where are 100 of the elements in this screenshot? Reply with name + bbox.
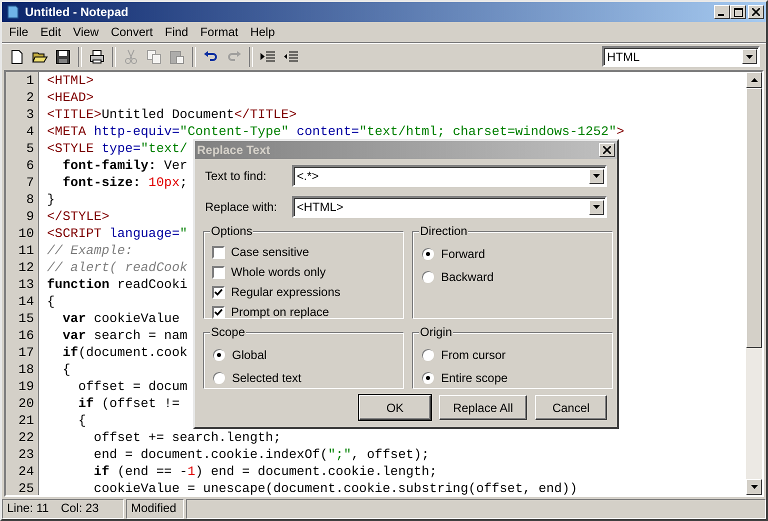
line-number: 24 [17, 463, 35, 480]
line-number: 1 [25, 72, 35, 89]
code-line: } [47, 191, 55, 208]
option-label: Regular expressions [231, 285, 340, 299]
code-line: if (offset != [77, 395, 180, 412]
vertical-scrollbar[interactable] [746, 72, 762, 495]
printer-icon [89, 48, 105, 64]
option-label: From cursor [441, 348, 506, 362]
code-line: <HEAD> [47, 89, 94, 106]
up-arrow-icon [750, 78, 758, 82]
code-line: // alert( readCook [47, 259, 188, 276]
syntax-dropdown[interactable]: HTML [602, 46, 760, 67]
code-line: var search = nam [62, 327, 188, 344]
code-line: { [47, 293, 55, 310]
line-number: 14 [17, 293, 35, 310]
menu-item[interactable]: Find [158, 25, 194, 39]
code-line: cookieValue = unescape(document.cookie.substring(offset, end)) [92, 480, 578, 497]
maximize-button[interactable] [730, 5, 746, 19]
radio-button[interactable] [421, 246, 435, 260]
option-label: Global [232, 348, 267, 362]
group-title: Direction [419, 224, 468, 238]
option-label: Selected text [232, 370, 302, 384]
line-number: 10 [17, 225, 35, 242]
option-label: Backward [441, 270, 494, 284]
line-number: 11 [17, 242, 35, 259]
dialog-button[interactable]: Replace All [439, 395, 527, 420]
radio-button[interactable] [421, 348, 435, 362]
checkbox[interactable] [212, 246, 225, 258]
line-number: 22 [17, 429, 35, 446]
code-line: </STYLE> [47, 208, 110, 225]
code-line: <STYLE type="text/ [47, 140, 188, 157]
notepad-icon [5, 4, 21, 20]
line-number: 9 [25, 208, 35, 225]
blank-page-icon [9, 48, 25, 64]
code-line: <TITLE>Untitled Document</TITLE> [47, 106, 297, 123]
option-label: Prompt on replace [231, 305, 330, 319]
close-icon [752, 8, 760, 16]
line-number: 4 [25, 123, 35, 140]
modified-status: Modified [126, 499, 184, 519]
outdent-icon [283, 48, 299, 64]
radio-button[interactable] [212, 370, 226, 384]
line-number: 20 [17, 395, 35, 412]
option-label: Case sensitive [231, 245, 310, 259]
code-line: if (end == -1) end = document.cookie.length; [92, 463, 438, 480]
scroll-thumb[interactable] [746, 88, 762, 348]
radio-button[interactable] [421, 270, 435, 284]
line-number: 2 [25, 89, 35, 106]
find-field[interactable]: <.*> [292, 165, 607, 187]
code-line: { [62, 361, 70, 378]
code-line: function readCooki [47, 276, 188, 293]
menu-item[interactable]: Format [194, 25, 244, 39]
column-indicator: Col: 23 [60, 500, 99, 517]
line-number: 16 [17, 327, 35, 344]
menu-item[interactable]: Edit [34, 25, 68, 39]
line-number: 23 [17, 446, 35, 463]
dialog-button[interactable]: OK [359, 395, 431, 420]
line-number: 7 [25, 174, 35, 191]
radio-button[interactable] [421, 370, 435, 384]
indent-icon [260, 48, 276, 64]
line-number: 8 [25, 191, 35, 208]
checkbox[interactable] [212, 266, 225, 278]
menu-item[interactable]: Help [244, 25, 281, 39]
line-indicator: Line: 11 [7, 500, 49, 517]
line-number: 15 [17, 310, 35, 327]
group-title: Origin [419, 325, 454, 339]
line-number: 12 [17, 259, 35, 276]
replace-field[interactable]: <HTML> [292, 196, 607, 218]
menu-item[interactable]: Convert [104, 25, 159, 39]
line-number: 21 [17, 412, 35, 429]
menu-item[interactable]: File [3, 25, 34, 39]
minimize-button[interactable] [714, 5, 730, 19]
checkbox[interactable] [212, 286, 225, 298]
line-number: 19 [17, 378, 35, 395]
code-line: var cookieValue [62, 310, 180, 327]
dialog-button[interactable]: Cancel [535, 395, 607, 420]
menu-item[interactable]: View [67, 25, 105, 39]
code-line: offset += search.length; [92, 429, 282, 446]
code-line: <SCRIPT language=" [47, 225, 188, 242]
checkbox[interactable] [212, 306, 225, 318]
line-number: 5 [25, 140, 35, 157]
scissors-icon [123, 48, 139, 64]
line-number: 25 [17, 480, 35, 497]
group-title: Scope [210, 325, 246, 339]
scroll-up-button[interactable] [746, 72, 762, 88]
option-label: Entire scope [441, 370, 508, 384]
code-line: { [77, 412, 86, 429]
radio-button[interactable] [212, 348, 226, 362]
down-arrow-icon [750, 485, 758, 489]
code-line: font-size: 10px; [62, 174, 188, 191]
close-button[interactable] [599, 143, 615, 157]
code-line: offset = docum [77, 378, 188, 395]
option-label: Whole words only [231, 265, 326, 279]
line-number: 18 [17, 361, 35, 378]
replace-label: Replace with: [205, 200, 278, 214]
clipboard-icon [169, 48, 185, 64]
window-title: Untitled - Notepad [25, 5, 130, 19]
line-number: 6 [25, 157, 35, 174]
scroll-down-button[interactable] [746, 479, 762, 495]
close-button[interactable] [748, 5, 764, 19]
code-line: <META http-equiv="Content-Type" content="text/html; charset=windows-1252"> [47, 123, 624, 140]
